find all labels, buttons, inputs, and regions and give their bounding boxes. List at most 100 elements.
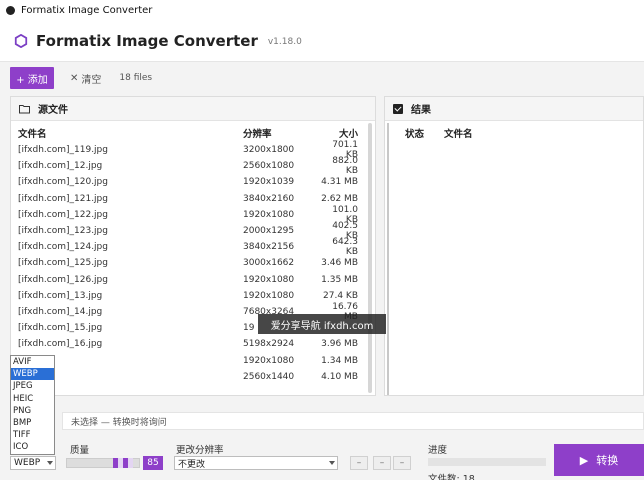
progress-bar xyxy=(428,458,546,466)
folder-icon xyxy=(19,104,30,113)
source-panel-title: 源文件 xyxy=(38,105,68,116)
table-row[interactable]: [ifxdh.com]_120.jpg 1920x1039 4.31 MB xyxy=(11,174,375,190)
app-version: v1.18.0 xyxy=(267,37,302,47)
col-filename[interactable]: 文件名 xyxy=(11,126,243,140)
result-table-header: 状态 文件名 xyxy=(385,124,643,142)
file-name-cell: [ifxdh.com]_124.jpg xyxy=(18,242,108,253)
file-name-cell: [ifxdh.com]_14.jpg xyxy=(18,306,103,317)
file-name-cell: [ifxdh.com]_12.jpg xyxy=(18,161,103,172)
table-row[interactable]: [ifxdh.com]_16.jpg 5198x2924 3.96 MB xyxy=(11,336,375,352)
clear-button[interactable]: ✕ 清空 xyxy=(64,71,101,86)
resolution-cell: 3200x1800 xyxy=(243,145,295,156)
format-option-ico[interactable]: ICO xyxy=(11,441,54,453)
window-titlebar: Formatix Image Converter xyxy=(0,0,644,20)
toolbar: + 添加 ✕ 清空 18 files xyxy=(0,62,644,94)
clear-label: 清空 xyxy=(81,74,102,86)
resolution-cell: 1920x1080 xyxy=(243,355,295,366)
close-icon: ✕ xyxy=(70,72,79,84)
format-option-heic[interactable]: HEIC xyxy=(11,393,54,405)
size-cell: 3.46 MB xyxy=(321,258,358,269)
size-cell: 3.96 MB xyxy=(321,339,358,350)
table-row[interactable]: [ifxdh.com]_12.jpg 2560x1080 882.0 KB xyxy=(11,156,375,177)
source-panel-header: 源文件 xyxy=(11,97,375,121)
result-panel-title: 结果 xyxy=(411,105,431,116)
dimension-separator: – xyxy=(373,456,391,470)
format-option-png[interactable]: PNG xyxy=(11,405,54,417)
format-option-jpeg[interactable]: JPEG xyxy=(11,380,54,392)
source-table-body: [ifxdh.com]_119.jpg 3200x1800 701.1 KB [ifx… xyxy=(11,140,375,385)
resolution-select[interactable]: 不更改 xyxy=(174,456,338,470)
size-cell: 4.31 MB xyxy=(321,177,358,188)
format-value: WEBP xyxy=(14,458,41,468)
scrollbar[interactable] xyxy=(368,123,372,393)
format-dropdown: AVIF WEBP JPEG HEIC PNG BMP TIFF ICO xyxy=(10,355,55,455)
file-name-cell: [ifxdh.com]_120.jpg xyxy=(18,177,108,188)
format-option-bmp[interactable]: BMP xyxy=(11,417,54,429)
size-cell: 642.3 KB xyxy=(332,237,358,258)
scrollbar[interactable] xyxy=(387,123,389,395)
resolution-cell: 3840x2160 xyxy=(243,193,295,204)
file-name-cell: [ifxdh.com]_125.jpg xyxy=(18,258,108,269)
table-row[interactable]: [ifxdh.com]_125.jpg 3000x1662 3.46 MB xyxy=(11,255,375,271)
convert-label: 转换 xyxy=(596,454,619,467)
progress-label: 进度 xyxy=(428,445,448,456)
width-stepper[interactable]: – xyxy=(350,456,368,470)
table-row[interactable]: _17.jpg1920x10801.34 MB xyxy=(11,352,375,368)
app-icon xyxy=(6,5,15,15)
col-resolution[interactable]: 分辨率 xyxy=(243,126,318,140)
app-header: Formatix Image Converter v1.18.0 xyxy=(0,20,644,62)
files-count: 18 files xyxy=(119,73,153,83)
col-filename[interactable]: 文件名 xyxy=(444,126,473,140)
play-icon: ▶ xyxy=(579,453,589,467)
size-cell: 27.4 KB xyxy=(323,290,358,301)
size-cell: 1.35 MB xyxy=(321,274,358,285)
resolution-cell: 5198x2924 xyxy=(243,339,295,350)
resolution-cell: 1920x1039 xyxy=(243,177,295,188)
resolution-cell: 1920x1080 xyxy=(243,209,295,220)
chevron-down-icon xyxy=(47,461,53,465)
col-status[interactable]: 状态 xyxy=(405,126,424,140)
resolution-cell: 1920x1080 xyxy=(243,274,295,285)
resolution-value: 不更改 xyxy=(178,459,206,470)
size-cell: 1.34 MB xyxy=(321,355,358,366)
col-size[interactable]: 大小 xyxy=(318,126,358,140)
file-name-cell: [ifxdh.com]_126.jpg xyxy=(18,274,108,285)
file-name-cell: [ifxdh.com]_13.jpg xyxy=(18,290,103,301)
quality-slider-handle[interactable] xyxy=(113,458,133,468)
format-select[interactable]: WEBP xyxy=(10,456,56,470)
resolution-label: 更改分辨率 xyxy=(176,445,224,456)
resolution-cell: 3000x1662 xyxy=(243,258,295,269)
resolution-cell: 2560x1080 xyxy=(243,161,295,172)
add-button[interactable]: + 添加 xyxy=(10,67,54,89)
chevron-down-icon xyxy=(329,461,335,465)
resolution-cell: 3840x2156 xyxy=(243,242,295,253)
format-option-tiff[interactable]: TIFF xyxy=(11,429,54,441)
select-all-checkbox[interactable] xyxy=(393,103,403,114)
quality-label: 质量 xyxy=(70,445,90,456)
height-stepper[interactable]: – xyxy=(393,456,411,470)
file-name-cell: [ifxdh.com]_15.jpg xyxy=(18,323,103,334)
size-cell: 4.10 MB xyxy=(321,371,358,382)
watermark-overlay: 爱分享导航 ifxdh.com xyxy=(258,314,386,334)
file-name-cell: [ifxdh.com]_121.jpg xyxy=(18,193,108,204)
convert-button[interactable]: ▶ 转换 xyxy=(554,444,644,476)
format-option-avif[interactable]: AVIF xyxy=(11,356,54,368)
file-count-label: 文件数: 18 xyxy=(428,474,475,480)
format-option-webp[interactable]: WEBP xyxy=(11,368,54,381)
table-row[interactable]: _18.jpg2560x14404.10 MB xyxy=(11,369,375,385)
result-panel: 结果 状态 文件名 xyxy=(384,96,644,396)
resolution-cell: 1920x1080 xyxy=(243,290,295,301)
hexagon-icon xyxy=(14,33,28,48)
quality-slider[interactable] xyxy=(66,458,140,468)
table-row[interactable]: [ifxdh.com]_124.jpg 3840x2156 642.3 KB xyxy=(11,237,375,258)
quality-value: 85 xyxy=(143,456,163,470)
result-panel-header: 结果 xyxy=(385,97,643,121)
source-panel: 源文件 文件名 分辨率 大小 [ifxdh.com]_119.jpg 3200x1… xyxy=(10,96,376,396)
file-name-cell: [ifxdh.com]_119.jpg xyxy=(18,145,108,156)
size-cell: 882.0 KB xyxy=(332,156,358,177)
window-title: Formatix Image Converter xyxy=(21,4,153,16)
file-name-cell: [ifxdh.com]_16.jpg xyxy=(18,339,103,350)
resolution-cell: 2000x1295 xyxy=(243,226,295,237)
table-row[interactable]: [ifxdh.com]_126.jpg 1920x1080 1.35 MB xyxy=(11,272,375,288)
app-name: Formatix Image Converter xyxy=(36,31,258,50)
